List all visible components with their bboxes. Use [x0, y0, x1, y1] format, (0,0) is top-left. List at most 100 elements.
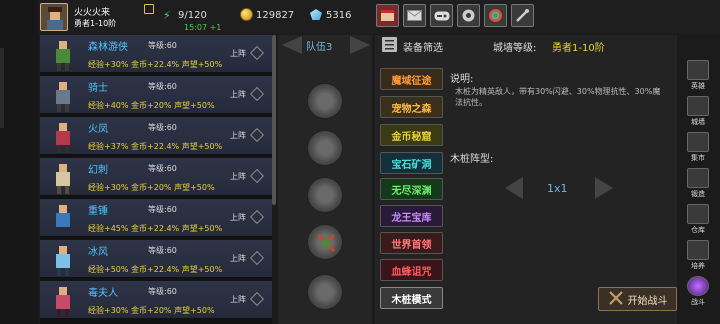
hero-level: 等级:60 [148, 164, 177, 173]
settings-icon[interactable] [457, 4, 480, 27]
shop-icon[interactable] [376, 4, 399, 27]
hero-fame: 声望+50% [181, 224, 223, 233]
left-strip [0, 0, 38, 324]
nav-label: 培养 [691, 262, 705, 270]
hero-fame: 声望+50% [174, 306, 215, 315]
energy-value: 9/120 [178, 10, 207, 21]
start-battle-label: 开始战斗 [627, 295, 668, 307]
hero-gold: 金币+20% [131, 183, 172, 192]
forge-icon [687, 168, 709, 188]
hero-exp: 经验+30% [88, 183, 129, 192]
nav-label: 英雄 [691, 82, 705, 90]
hero-gold: 金币+20% [131, 101, 172, 110]
hero-icon [687, 60, 709, 80]
hero-row[interactable]: 火凤 等级:60 经验+37% 金币+22.4% 声望+50% 上阵 [40, 117, 272, 155]
battle-icon [687, 276, 709, 296]
team-slot[interactable] [307, 130, 343, 166]
mail-icon[interactable] [403, 4, 426, 27]
mode-button[interactable]: 宝石矿洞 [380, 152, 443, 174]
hero-sprite [48, 242, 78, 276]
filter-menu-icon[interactable] [382, 37, 397, 52]
wall-icon [687, 96, 709, 116]
hero-exp: 经验+45% [88, 224, 129, 233]
mode-button[interactable]: 世界首领 [380, 232, 443, 254]
hero-status: 上阵 [230, 254, 246, 263]
hero-row[interactable]: 重锤 等级:60 经验+45% 金币+22.4% 声望+50% 上阵 [40, 199, 272, 237]
hero-stats: 经验+30% 金币+20% 声望+50% [88, 182, 215, 193]
team-slot[interactable] [307, 274, 343, 310]
hero-row[interactable]: 森林游侠 等级:60 经验+30% 金币+22.4% 声望+50% 上阵 [40, 35, 272, 73]
nav-label: 战斗 [691, 298, 705, 306]
player-avatar[interactable] [40, 3, 68, 31]
hero-gold: 金币+22.4% [131, 265, 180, 274]
filter-label[interactable]: 装备筛选 [403, 39, 443, 54]
warehouse-icon [687, 204, 709, 224]
hero-stats: 经验+30% 金币+22.4% 声望+50% [88, 59, 222, 70]
select-diamond[interactable] [249, 250, 265, 266]
select-diamond[interactable] [249, 127, 265, 143]
select-diamond[interactable] [249, 291, 265, 307]
hero-list: 森林游侠 等级:60 经验+30% 金币+22.4% 声望+50% 上阵 骑士 … [40, 35, 272, 324]
hero-level: 等级:60 [148, 246, 177, 255]
hero-exp: 经验+50% [88, 265, 129, 274]
hero-stats: 经验+45% 金币+22.4% 声望+50% [88, 223, 222, 234]
hero-row[interactable]: 幻刺 等级:60 经验+30% 金币+20% 声望+50% 上阵 [40, 158, 272, 196]
nav-wall[interactable]: 城墙 [683, 96, 713, 130]
team-slot[interactable] [307, 83, 343, 119]
gold-icon [240, 8, 253, 21]
hero-exp: 经验+30% [88, 60, 129, 69]
start-battle-button[interactable]: 开始战斗 [598, 287, 677, 311]
nav-train[interactable]: 培养 [683, 240, 713, 274]
nav-battle[interactable]: 战斗 [683, 276, 713, 310]
mode-button[interactable]: 无尽深渊 [380, 178, 443, 200]
hero-exp: 经验+40% [88, 101, 129, 110]
select-diamond[interactable] [249, 168, 265, 184]
hero-exp: 经验+37% [88, 142, 129, 151]
hero-stats: 经验+50% 金币+22.4% 声望+50% [88, 264, 222, 275]
hero-sprite [48, 119, 78, 153]
formation-value: 1x1 [547, 182, 568, 195]
energy-icon: ⚡ [163, 9, 171, 22]
select-diamond[interactable] [249, 86, 265, 102]
mode-button-selected[interactable]: 木桩模式 [380, 287, 443, 309]
hero-fame: 声望+50% [174, 183, 215, 192]
hero-status: 上阵 [230, 131, 246, 140]
nav-label: 锻造 [691, 190, 705, 198]
hero-stats: 经验+40% 金币+20% 声望+50% [88, 100, 215, 111]
skin-icon[interactable] [484, 4, 507, 27]
hero-row[interactable]: 冰风 等级:60 经验+50% 金币+22.4% 声望+50% 上阵 [40, 240, 272, 278]
nav-forge[interactable]: 锻造 [683, 168, 713, 202]
hero-list-scrollbar[interactable] [272, 35, 276, 205]
edit-icon[interactable] [144, 4, 154, 14]
hero-name: 重锤 [88, 206, 108, 217]
nav-warehouse[interactable]: 仓库 [683, 204, 713, 238]
hero-row[interactable]: 毒夫人 等级:60 经验+30% 金币+20% 声望+50% 上阵 [40, 281, 272, 319]
hero-sprite [48, 160, 78, 194]
hero-status: 上阵 [230, 90, 246, 99]
player-rank: 勇者1-10阶 [74, 19, 117, 28]
nav-market[interactable]: 集市 [683, 132, 713, 166]
select-diamond[interactable] [249, 209, 265, 225]
hero-status: 上阵 [230, 213, 246, 222]
hero-stats: 经验+30% 金币+20% 声望+50% [88, 305, 215, 316]
mode-button[interactable]: 金币秘窟 [380, 124, 443, 146]
description-title: 说明: [450, 74, 474, 85]
mode-button[interactable]: 龙王宝库 [380, 205, 443, 227]
train-icon [687, 240, 709, 260]
hero-name: 冰风 [88, 247, 108, 258]
select-diamond[interactable] [249, 45, 265, 61]
gamepad-icon[interactable] [430, 4, 453, 27]
mode-button[interactable]: 宠物之森 [380, 96, 443, 118]
hero-sprite [48, 78, 78, 112]
mode-button[interactable]: 魔域征途 [380, 68, 443, 90]
tools-icon[interactable] [511, 4, 534, 27]
mode-button[interactable]: 血蜂诅咒 [380, 259, 443, 281]
hero-row[interactable]: 骑士 等级:60 经验+40% 金币+20% 声望+50% 上阵 [40, 76, 272, 114]
gold-value: 129827 [256, 10, 295, 21]
team-slot[interactable] [307, 224, 343, 260]
nav-label: 城墙 [691, 118, 705, 126]
hero-gold: 金币+20% [131, 306, 172, 315]
nav-hero[interactable]: 英雄 [683, 60, 713, 94]
team-slot[interactable] [307, 177, 343, 213]
hero-name: 毒夫人 [88, 288, 118, 299]
